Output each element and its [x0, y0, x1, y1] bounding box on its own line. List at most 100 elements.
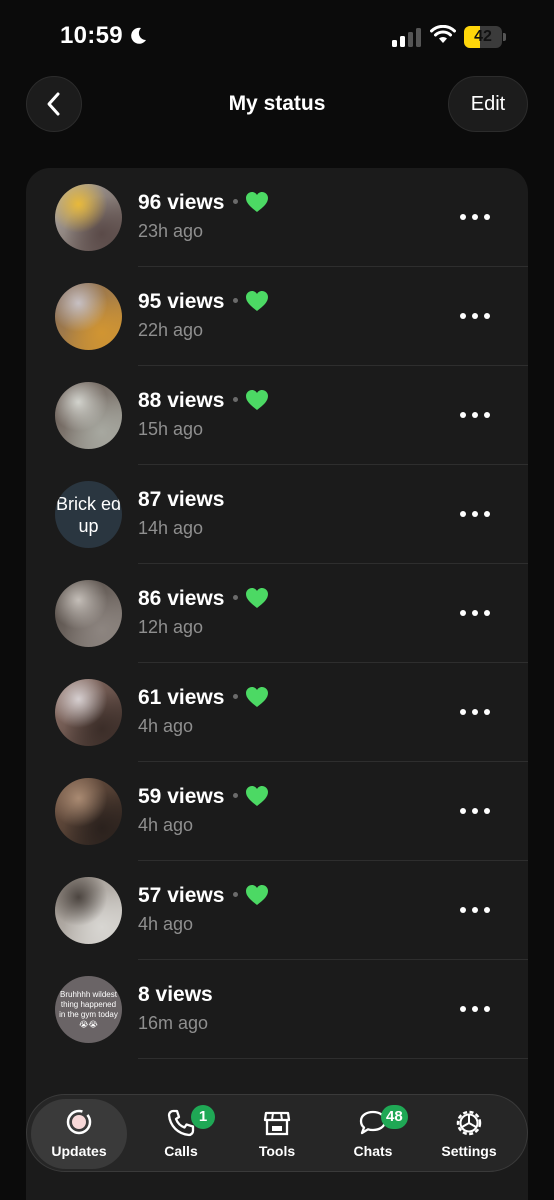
more-dot — [484, 907, 490, 913]
heart-icon — [246, 192, 269, 212]
views-count: 87 views — [138, 488, 225, 511]
tab-label-calls: Calls — [164, 1143, 198, 1159]
status-time-ago: 16m ago — [138, 1013, 209, 1033]
wifi-icon — [430, 25, 456, 43]
views-count: 57 views — [138, 884, 225, 908]
tab-settings[interactable]: Settings — [421, 1095, 517, 1173]
separator-dot — [233, 199, 239, 204]
tab-bar: Updates 1 Calls Tools 48 Chats Settings — [26, 1094, 528, 1172]
status-time-ago: 22h ago — [138, 320, 204, 340]
tab-calls[interactable]: 1 Calls — [133, 1095, 229, 1173]
status-text-thumbnail[interactable]: Brick ed up — [55, 481, 122, 548]
views-count: 8 views — [138, 983, 213, 1006]
more-dot — [460, 1006, 466, 1012]
gear-icon — [456, 1110, 482, 1136]
status-thumbnail[interactable] — [55, 184, 122, 251]
status-time-ago: 12h ago — [138, 617, 204, 637]
status-thumbnail[interactable] — [55, 778, 122, 845]
status-thumbnail[interactable] — [55, 382, 122, 449]
tab-label-tools: Tools — [258, 1143, 296, 1159]
tab-tools[interactable]: Tools — [229, 1095, 325, 1173]
status-row[interactable]: 59 views 4h ago — [26, 762, 528, 861]
separator-dot — [233, 397, 239, 402]
views-count: 96 views — [138, 191, 225, 215]
more-dot — [484, 709, 490, 715]
more-dot — [484, 214, 490, 220]
status-thumbnail[interactable] — [55, 580, 122, 647]
separator-dot — [233, 892, 239, 897]
status-row[interactable]: 88 views 15h ago — [26, 366, 528, 465]
status-time-ago: 4h ago — [138, 716, 194, 736]
more-dot — [460, 907, 466, 913]
tab-label-chats: Chats — [353, 1143, 393, 1159]
status-views: 61 views — [138, 686, 269, 711]
more-options-icon[interactable] — [460, 207, 490, 227]
more-options-icon[interactable] — [460, 999, 490, 1019]
thumbnail-text: Brick ed up — [55, 493, 122, 536]
status-row[interactable]: 96 views 23h ago — [26, 168, 528, 267]
status-text-thumbnail[interactable]: Bruhhhh wildest thing happened in the gy… — [55, 976, 122, 1043]
more-dot — [472, 610, 478, 616]
calls-badge: 1 — [191, 1105, 215, 1129]
more-dot — [460, 511, 466, 517]
more-options-icon[interactable] — [460, 801, 490, 821]
status-row[interactable]: 95 views 22h ago — [26, 267, 528, 366]
status-row[interactable]: 86 views 12h ago — [26, 564, 528, 663]
heart-icon — [246, 291, 269, 311]
status-row[interactable]: Brick ed up 87 views 14h ago — [26, 465, 528, 564]
separator-dot — [233, 793, 239, 798]
status-time-ago: 4h ago — [138, 914, 194, 934]
status-thumbnail[interactable] — [55, 283, 122, 350]
more-dot — [484, 610, 490, 616]
cellular-signal-icon — [392, 28, 421, 47]
status-views: 57 views — [138, 884, 269, 909]
views-count: 95 views — [138, 290, 225, 314]
status-row[interactable]: Bruhhhh wildest thing happened in the gy… — [26, 960, 528, 1059]
status-views: 88 views — [138, 389, 269, 414]
updates-icon — [66, 1109, 92, 1135]
more-dot — [472, 214, 478, 220]
status-thumbnail[interactable] — [55, 679, 122, 746]
heart-icon — [246, 687, 269, 707]
views-count: 86 views — [138, 587, 225, 611]
views-count: 88 views — [138, 389, 225, 413]
more-dot — [460, 808, 466, 814]
more-dot — [484, 511, 490, 517]
more-dot — [460, 313, 466, 319]
battery-level: 42 — [474, 28, 492, 45]
more-options-icon[interactable] — [460, 504, 490, 524]
views-count: 61 views — [138, 686, 225, 710]
more-dot — [484, 808, 490, 814]
status-views: 96 views — [138, 191, 269, 216]
status-views: 8 views — [138, 983, 213, 1007]
status-views: 59 views — [138, 785, 269, 810]
heart-icon — [246, 885, 269, 905]
header: My status Edit — [0, 70, 554, 140]
more-dot — [460, 412, 466, 418]
more-options-icon[interactable] — [460, 603, 490, 623]
status-time: 10:59 — [60, 22, 123, 49]
heart-icon — [246, 588, 269, 608]
edit-button[interactable]: Edit — [448, 76, 528, 132]
screen: 10:59 42 My status Edit 96 views 23h ago… — [0, 0, 554, 1200]
more-dot — [460, 709, 466, 715]
more-dot — [472, 808, 478, 814]
tab-updates[interactable]: Updates — [31, 1099, 127, 1169]
more-dot — [484, 313, 490, 319]
status-row[interactable]: 57 views 4h ago — [26, 861, 528, 960]
status-bar: 10:59 42 — [0, 0, 554, 70]
status-views: 86 views — [138, 587, 269, 612]
tab-chats[interactable]: 48 Chats — [325, 1095, 421, 1173]
status-row[interactable]: 61 views 4h ago — [26, 663, 528, 762]
status-thumbnail[interactable] — [55, 877, 122, 944]
more-options-icon[interactable] — [460, 405, 490, 425]
more-dot — [460, 610, 466, 616]
more-dot — [472, 709, 478, 715]
more-dot — [472, 313, 478, 319]
more-options-icon[interactable] — [460, 702, 490, 722]
more-options-icon[interactable] — [460, 306, 490, 326]
more-dot — [484, 412, 490, 418]
separator-dot — [233, 694, 239, 699]
more-options-icon[interactable] — [460, 900, 490, 920]
more-dot — [472, 907, 478, 913]
